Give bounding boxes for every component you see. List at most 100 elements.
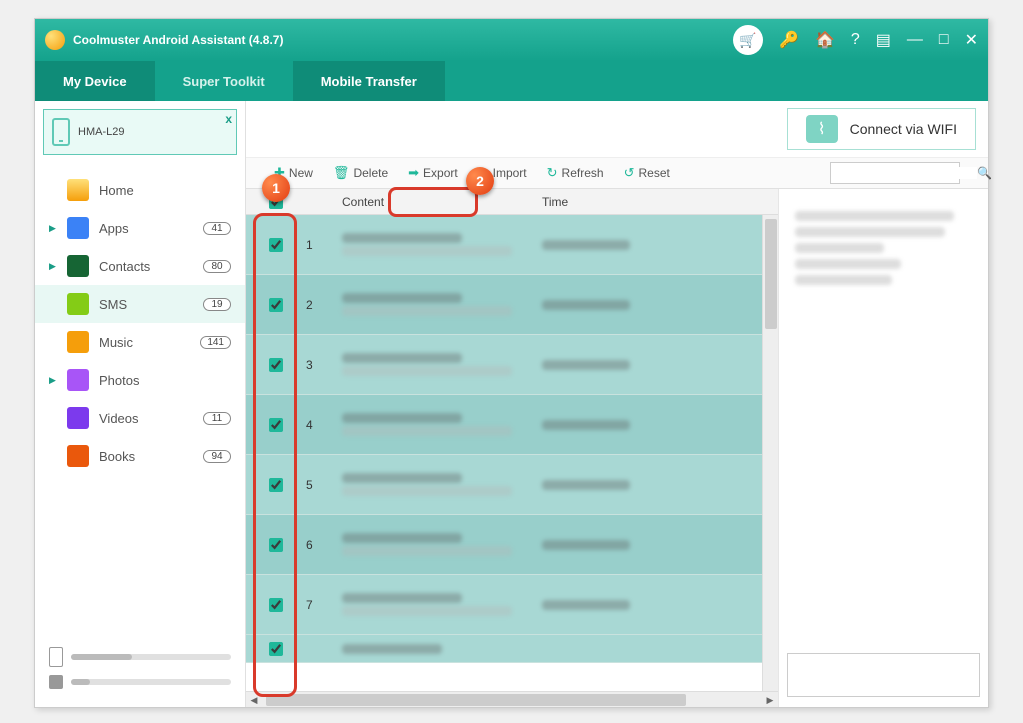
sidebar-item-label: Home xyxy=(99,183,231,198)
row-number: 5 xyxy=(306,478,342,492)
home-icon xyxy=(67,179,89,201)
sms-rows: 1 2 34 5 6 7 xyxy=(246,215,762,691)
search-box[interactable]: 🔍 xyxy=(830,162,960,184)
connect-row: ⌇ Connect via WIFI xyxy=(246,101,988,157)
titlebar: Coolmuster Android Assistant (4.8.7) 🛒 🔑… xyxy=(35,19,988,61)
sidebar-item-apps[interactable]: ▶Apps41 xyxy=(35,209,245,247)
row-checkbox[interactable] xyxy=(269,598,283,612)
row-content-blurred xyxy=(342,590,542,619)
sidebar-item-photos[interactable]: ▶ Photos xyxy=(35,361,245,399)
row-number: 7 xyxy=(306,598,342,612)
sidebar-item-sms[interactable]: ▶SMS19 xyxy=(35,285,245,323)
tab-super-toolkit[interactable]: Super Toolkit xyxy=(155,61,293,101)
sd-card-icon xyxy=(49,675,63,689)
contacts-icon xyxy=(67,255,89,277)
table-row[interactable]: 2 xyxy=(246,275,762,335)
row-checkbox[interactable] xyxy=(269,478,283,492)
feedback-icon[interactable]: ▤ xyxy=(876,30,891,50)
column-content[interactable]: Content xyxy=(342,195,542,209)
app-title: Coolmuster Android Assistant (4.8.7) xyxy=(73,33,283,47)
row-content-blurred xyxy=(342,230,542,259)
row-checkbox[interactable] xyxy=(269,238,283,252)
row-checkbox[interactable] xyxy=(269,642,283,656)
sms-table: Content Time 1 2 34 5 6 7 ◀▶ xyxy=(246,189,778,707)
sidebar-item-videos[interactable]: ▶Videos11 xyxy=(35,399,245,437)
row-content-blurred xyxy=(342,470,542,499)
sidebar-item-label: Contacts xyxy=(99,259,193,274)
wifi-icon: ⌇ xyxy=(806,115,838,143)
tab-my-device[interactable]: My Device xyxy=(35,61,155,101)
photos-icon xyxy=(67,369,89,391)
sidebar-item-books[interactable]: ▶Books94 xyxy=(35,437,245,475)
row-number: 2 xyxy=(306,298,342,312)
search-input[interactable] xyxy=(835,167,977,179)
row-checkbox[interactable] xyxy=(269,298,283,312)
maximize-icon[interactable]: □ xyxy=(939,31,949,49)
table-row[interactable]: 3 xyxy=(246,335,762,395)
app-window: Coolmuster Android Assistant (4.8.7) 🛒 🔑… xyxy=(34,18,989,708)
phone-icon xyxy=(52,118,70,146)
export-button[interactable]: ➡Export xyxy=(408,165,458,181)
horizontal-scrollbar[interactable]: ◀▶ xyxy=(246,691,778,707)
column-headers: Content Time xyxy=(246,189,778,215)
table-row[interactable]: 5 xyxy=(246,455,762,515)
table-row[interactable] xyxy=(246,635,762,663)
nav-list: ▶Home▶Apps41▶Contacts80▶SMS19▶Music141▶P… xyxy=(35,163,245,637)
cart-icon[interactable]: 🛒 xyxy=(733,25,763,55)
search-icon[interactable]: 🔍 xyxy=(977,166,992,180)
app-logo-icon xyxy=(45,30,65,50)
minimize-icon[interactable]: — xyxy=(907,31,923,49)
key-icon[interactable]: 🔑 xyxy=(779,30,799,50)
row-checkbox[interactable] xyxy=(269,538,283,552)
row-time-blurred xyxy=(542,237,762,253)
count-badge: 11 xyxy=(203,412,231,425)
sidebar-item-label: Music xyxy=(99,335,190,350)
sidebar: HMA-L29 x ▶Home▶Apps41 ▶ Contacts 80 ▶SMS19 ▶… xyxy=(35,101,246,707)
count-badge: 141 xyxy=(200,336,231,349)
count-badge: 80 xyxy=(203,260,231,273)
row-number: 1 xyxy=(306,238,342,252)
connect-wifi-button[interactable]: ⌇ Connect via WIFI xyxy=(787,108,976,150)
device-name: HMA-L29 xyxy=(78,126,124,138)
sidebar-item-label: Photos xyxy=(99,373,231,388)
apps-icon xyxy=(67,217,89,239)
reply-input[interactable] xyxy=(787,653,980,697)
home-icon[interactable]: 🏠 xyxy=(815,30,835,50)
device-close-icon[interactable]: x xyxy=(225,112,232,126)
sidebar-item-music[interactable]: ▶Music141 xyxy=(35,323,245,361)
delete-button[interactable]: 🗑Delete xyxy=(333,165,388,181)
device-badge[interactable]: HMA-L29 x xyxy=(43,109,237,155)
row-time-blurred xyxy=(542,597,762,613)
internal-storage-icon xyxy=(49,647,63,667)
expand-arrow-icon: ▶ xyxy=(49,375,57,386)
row-checkbox[interactable] xyxy=(269,418,283,432)
vertical-scrollbar[interactable] xyxy=(762,215,778,691)
count-badge: 19 xyxy=(203,298,231,311)
row-time-blurred xyxy=(542,537,762,553)
column-time[interactable]: Time xyxy=(542,195,778,209)
sidebar-item-label: Apps xyxy=(99,221,193,236)
help-icon[interactable]: ? xyxy=(851,31,860,49)
row-time-blurred xyxy=(542,357,762,373)
row-number: 6 xyxy=(306,538,342,552)
table-row[interactable]: 7 xyxy=(246,575,762,635)
refresh-button[interactable]: ↻Refresh xyxy=(547,165,604,181)
row-time-blurred xyxy=(542,477,762,493)
videos-icon xyxy=(67,407,89,429)
sidebar-item-home[interactable]: ▶Home xyxy=(35,171,245,209)
main-tabs: My Device Super Toolkit Mobile Transfer xyxy=(35,61,988,101)
close-icon[interactable]: ✕ xyxy=(965,30,978,50)
row-time-blurred xyxy=(542,297,762,313)
tab-mobile-transfer[interactable]: Mobile Transfer xyxy=(293,61,445,101)
music-icon xyxy=(67,331,89,353)
reset-button[interactable]: ↺Reset xyxy=(624,165,670,181)
table-row[interactable]: 1 xyxy=(246,215,762,275)
main-panel: ⌇ Connect via WIFI ✚New 🗑Delete ➡Export … xyxy=(246,101,988,707)
row-checkbox[interactable] xyxy=(269,358,283,372)
table-row[interactable]: 4 xyxy=(246,395,762,455)
sidebar-item-label: Videos xyxy=(99,411,193,426)
table-row[interactable]: 6 xyxy=(246,515,762,575)
toolbar: ✚New 🗑Delete ➡Export ⬅Import ↻Refresh ↺R… xyxy=(246,157,988,189)
sidebar-item-contacts[interactable]: ▶Contacts80 xyxy=(35,247,245,285)
row-time-blurred xyxy=(542,417,762,433)
